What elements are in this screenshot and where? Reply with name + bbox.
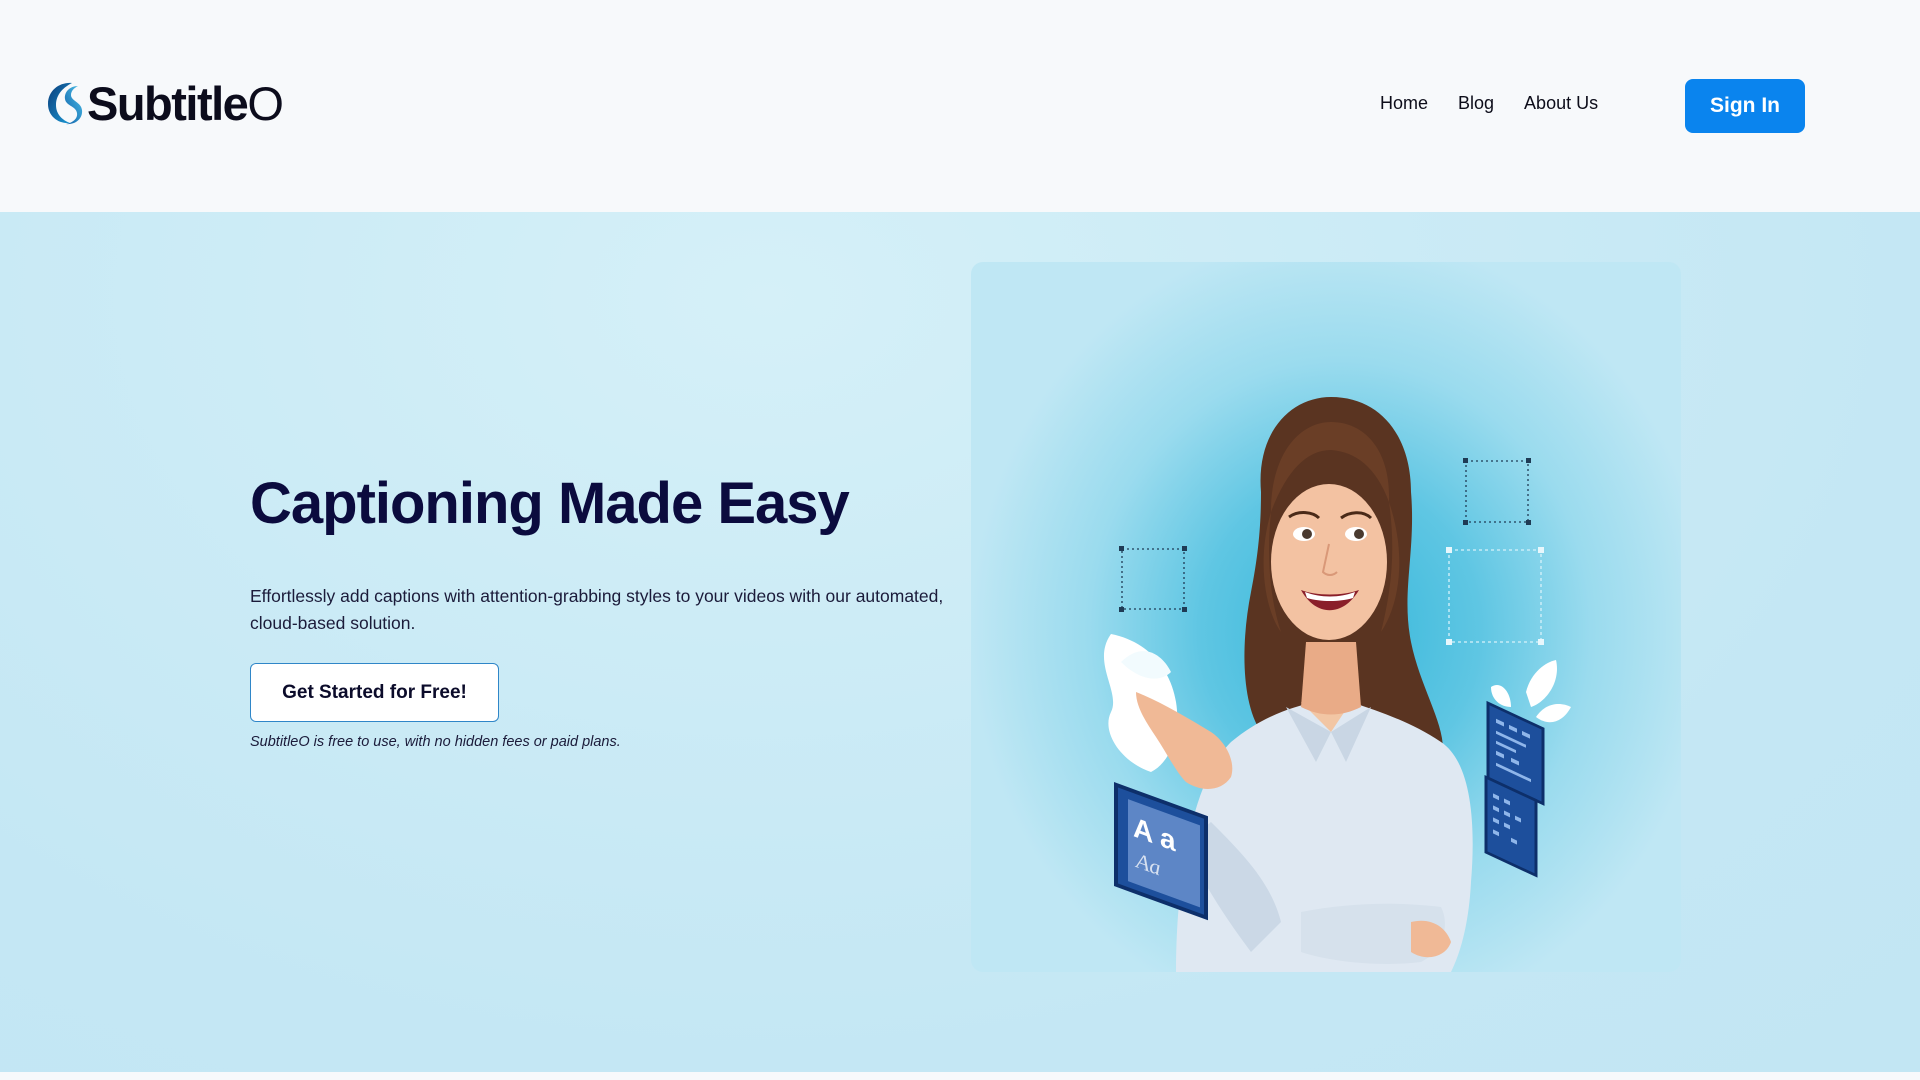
nav-blog[interactable]: Blog xyxy=(1458,93,1494,114)
hero-illustration: A a Aa xyxy=(971,262,1681,972)
subtitleo-logo-icon xyxy=(48,82,83,125)
nav-about-us[interactable]: About Us xyxy=(1524,93,1598,114)
page-bottom-strip xyxy=(0,1072,1920,1080)
site-header: SubtitleO Home Blog About Us Sign In xyxy=(0,0,1920,212)
get-started-button[interactable]: Get Started for Free! xyxy=(250,663,499,722)
selection-box-left xyxy=(1121,548,1185,610)
selection-box-light xyxy=(1448,549,1542,643)
woman-pointing-illustration: A a Aa xyxy=(1103,397,1571,972)
hero-title: Captioning Made Easy xyxy=(250,471,850,536)
logo[interactable]: SubtitleO xyxy=(42,76,284,130)
free-note: SubtitleO is free to use, with no hidden… xyxy=(250,734,621,750)
caption-panel-large: A a Aa xyxy=(1114,782,1208,921)
hero-description: Effortlessly add captions with attention… xyxy=(250,586,944,633)
sign-in-button[interactable]: Sign In xyxy=(1685,79,1805,133)
nav-home[interactable]: Home xyxy=(1380,93,1428,114)
face xyxy=(1271,484,1387,640)
main-nav: Home Blog About Us xyxy=(1380,93,1598,114)
selection-box-right xyxy=(1465,460,1529,523)
logo-text: SubtitleO xyxy=(87,76,284,130)
